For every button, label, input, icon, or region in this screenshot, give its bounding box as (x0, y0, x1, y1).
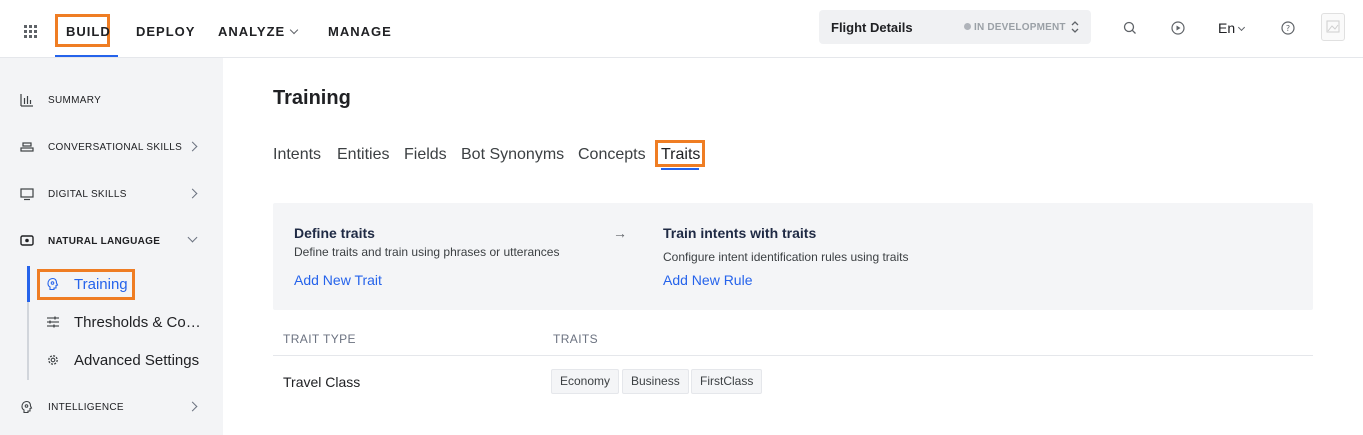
tab-concepts[interactable]: Concepts (578, 146, 646, 164)
tab-fields[interactable]: Fields (404, 146, 447, 164)
chat-bubble-icon (20, 235, 34, 246)
sidebar-subitem-label: Advanced Settings (74, 352, 200, 369)
trait-chip: FirstClass (691, 369, 763, 394)
status-dot-icon (964, 23, 971, 30)
train-intents-title: Train intents with traits (663, 225, 817, 241)
traits-table-header: TRAIT TYPE TRAITS (273, 330, 1313, 356)
app-status-badge: IN DEVELOPMENT (964, 22, 1066, 33)
sidebar-item-intelligence[interactable]: INTELLIGENCE (0, 392, 223, 422)
define-traits-description: Define traits and train using phrases or… (294, 245, 560, 259)
sidebar: SUMMARY CONVERSATIONAL SKILLS DIGITAL SK… (0, 58, 223, 435)
train-intents-description: Configure intent identification rules us… (663, 250, 909, 264)
help-icon[interactable]: ? (1280, 20, 1296, 36)
chevron-down-icon (289, 25, 299, 35)
tab-active-indicator (661, 168, 699, 170)
sidebar-item-label: INTELLIGENCE (48, 402, 124, 413)
nav-deploy[interactable]: DEPLOY (136, 24, 195, 39)
search-icon[interactable] (1122, 20, 1138, 36)
app-name: Flight Details (831, 20, 913, 35)
chevron-right-icon (187, 141, 198, 152)
define-traits-title: Define traits (294, 225, 375, 241)
chevron-right-icon (187, 401, 198, 412)
submenu-active-indicator (27, 266, 30, 302)
column-header-trait-type: TRAIT TYPE (283, 332, 356, 346)
sidebar-item-natural-language[interactable]: NATURAL LANGUAGE (0, 226, 223, 256)
app-status-label: IN DEVELOPMENT (974, 22, 1066, 33)
table-row[interactable]: Travel Class Economy Business FirstClass (273, 366, 1313, 398)
sliders-icon (47, 316, 59, 328)
trait-type-cell: Travel Class (283, 374, 361, 390)
sidebar-subitem-label: Thresholds & Con... (74, 314, 204, 331)
nav-active-indicator (55, 55, 118, 57)
bar-chart-icon (20, 94, 33, 107)
play-circle-icon[interactable] (1170, 20, 1186, 36)
nav-build[interactable]: BUILD (66, 24, 111, 39)
page-title: Training (273, 87, 351, 109)
trait-chip: Economy (551, 369, 620, 394)
sidebar-item-label: SUMMARY (48, 95, 102, 106)
language-label: En (1218, 20, 1236, 36)
nav-manage[interactable]: MANAGE (328, 24, 392, 39)
top-bar: BUILD DEPLOY ANALYZE MANAGE Flight Detai… (0, 0, 1363, 58)
chevron-down-icon (1238, 23, 1246, 32)
gear-icon (48, 355, 58, 365)
add-new-rule-link[interactable]: Add New Rule (663, 272, 753, 288)
tab-bot-synonyms[interactable]: Bot Synonyms (461, 146, 564, 164)
sidebar-subitem-advanced-settings[interactable]: Advanced Settings (38, 346, 218, 376)
nav-analyze-label: ANALYZE (218, 24, 286, 39)
chevron-right-icon (187, 188, 198, 199)
brain-icon (21, 400, 33, 414)
tab-entities[interactable]: Entities (337, 146, 389, 164)
sidebar-item-summary[interactable]: SUMMARY (0, 85, 223, 115)
traits-info-card: Define traits Define traits and train us… (273, 203, 1313, 310)
monitor-icon (20, 188, 34, 201)
trait-chip: Business (622, 369, 689, 394)
tab-intents[interactable]: Intents (273, 146, 321, 164)
sidebar-item-digital-skills[interactable]: DIGITAL SKILLS (0, 179, 223, 209)
language-selector[interactable]: En (1218, 20, 1246, 36)
image-placeholder-icon (1326, 20, 1340, 33)
traits-highlight-box (655, 140, 705, 167)
svg-text:?: ? (1286, 24, 1290, 33)
sidebar-item-label: DIGITAL SKILLS (48, 189, 127, 200)
sidebar-subitem-thresholds[interactable]: Thresholds & Con... (38, 308, 218, 338)
arrow-right-icon: → (613, 225, 627, 241)
training-highlight-box (37, 269, 135, 300)
column-header-traits: TRAITS (553, 332, 599, 346)
avatar[interactable] (1321, 13, 1345, 41)
app-selector[interactable]: Flight Details IN DEVELOPMENT (819, 10, 1091, 44)
sidebar-item-label: CONVERSATIONAL SKILLS (48, 142, 183, 153)
chevron-down-icon (187, 232, 198, 243)
add-new-trait-link[interactable]: Add New Trait (294, 272, 382, 288)
up-down-chevron-icon (1071, 21, 1079, 33)
stack-icon (20, 142, 34, 152)
sidebar-item-conversational-skills[interactable]: CONVERSATIONAL SKILLS (0, 132, 223, 162)
app-grid-icon[interactable] (24, 25, 37, 38)
sidebar-item-label: NATURAL LANGUAGE (48, 236, 161, 247)
nav-analyze[interactable]: ANALYZE (218, 24, 299, 39)
